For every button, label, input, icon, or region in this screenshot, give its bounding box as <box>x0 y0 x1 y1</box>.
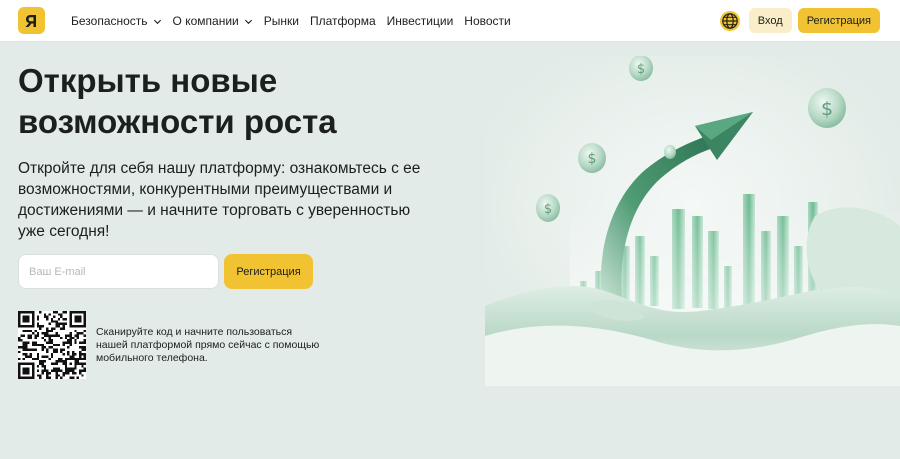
nav-item-3[interactable]: Платформа <box>310 14 376 28</box>
main-nav: Безопасность О компании Рынки Платформа Инве… <box>71 0 522 42</box>
nav-item-1[interactable]: О компании <box>173 14 253 28</box>
svg-text:$: $ <box>588 151 597 167</box>
globe-icon[interactable] <box>719 10 741 32</box>
header-actions: Вход Регистрация <box>719 7 880 34</box>
nav-item-0[interactable]: Безопасность <box>71 14 162 28</box>
login-button[interactable]: Вход <box>748 8 792 33</box>
nav-item-5[interactable]: Новости <box>464 14 510 28</box>
qr-description: Сканируйте код и начните пользоваться на… <box>96 326 320 364</box>
nav-item-4[interactable]: Инвестиции <box>387 14 454 28</box>
nav-item-label: О компании <box>172 14 239 28</box>
nav-item-label: Платформа <box>309 14 376 28</box>
brand-logo-icon[interactable] <box>18 7 45 34</box>
nav-item-label: Новости <box>464 14 511 28</box>
chevron-down-icon <box>244 19 252 24</box>
hero-subtitle: Откройте для себя нашу платформу: ознако… <box>18 160 421 240</box>
site-header: Безопасность О компании Рынки Платформа Инве… <box>0 0 900 42</box>
growth-illustration: $ $ $ $ <box>485 55 900 386</box>
hero-title: Открыть новые возможности роста <box>18 62 337 140</box>
hero-register-button[interactable]: Регистрация <box>224 254 313 289</box>
svg-text:$: $ <box>637 62 645 77</box>
svg-text:$: $ <box>821 98 833 120</box>
svg-text:$: $ <box>544 202 552 217</box>
chevron-down-icon <box>153 19 161 24</box>
nav-item-2[interactable]: Рынки <box>264 14 299 28</box>
email-input[interactable] <box>18 254 219 289</box>
brand-logo-glyph <box>25 14 36 27</box>
nav-item-label: Безопасность <box>71 14 148 28</box>
header-register-button[interactable]: Регистрация <box>797 8 880 33</box>
qr-code <box>18 311 86 379</box>
nav-item-label: Инвестиции <box>386 14 454 28</box>
nav-item-label: Рынки <box>263 14 299 28</box>
